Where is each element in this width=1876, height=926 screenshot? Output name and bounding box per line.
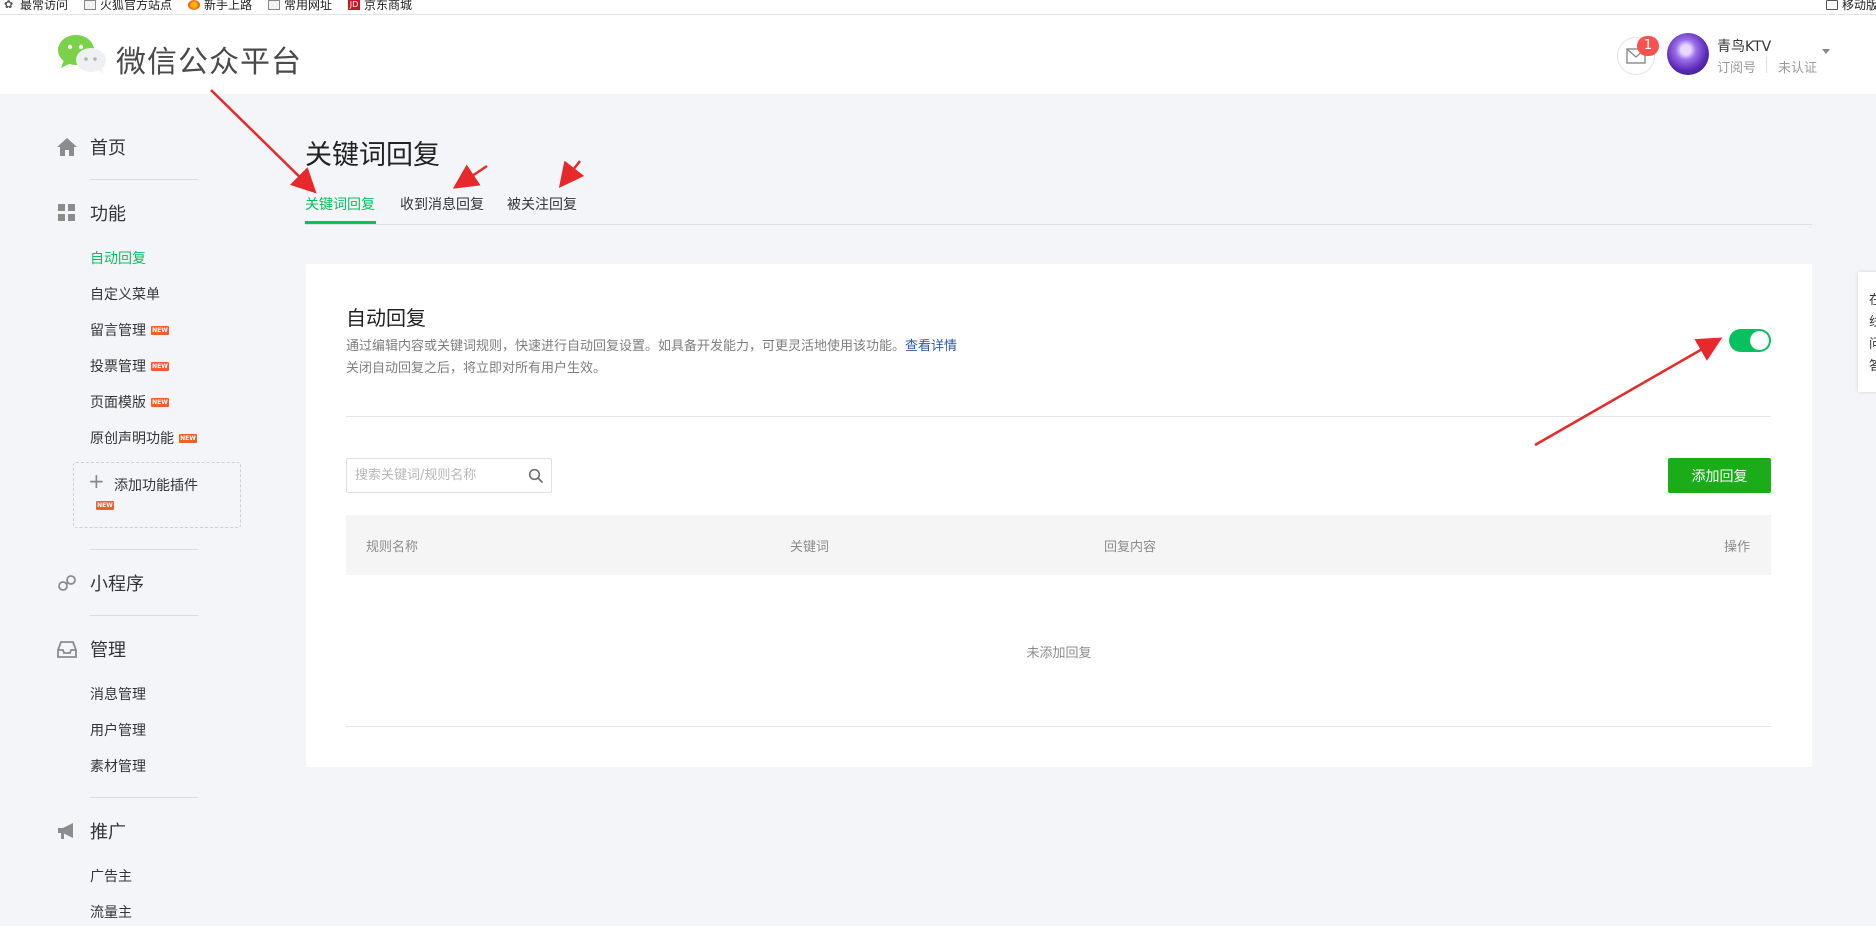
sidebar-divider [90,615,198,616]
sidebar-item-messages[interactable]: 消息管理 [90,684,146,704]
reply-tabs: 关键词回复 收到消息回复 被关注回复 [305,186,1812,225]
table-divider [346,726,1771,727]
star-icon: ✿ [4,0,14,11]
sidebar-item-original-declaration[interactable]: 原创声明功能 NEW [90,428,197,448]
chevron-down-icon[interactable] [1822,49,1830,54]
column-rule-name: 规则名称 [366,540,419,555]
sidebar-item-page-templates[interactable]: 页面模版 NEW [90,392,169,412]
page-icon [84,0,96,10]
sidebar-item-home[interactable]: 首页 [56,134,126,160]
account-divider [1766,57,1767,73]
auto-reply-card: 自动回复 通过编辑内容或关键词规则，快速进行自动回复设置。如具备开发能力，可更灵… [306,264,1812,767]
jd-icon: JD [348,0,360,10]
account-verify-status: 未认证 [1778,61,1818,76]
arrow-to-message-tab [452,164,488,189]
bookmark-jd[interactable]: JD 京东商城 [348,0,412,11]
platform-title[interactable]: 微信公众平台 [116,37,302,81]
sidebar-group-promotion[interactable]: 推广 [56,818,126,844]
notification-badge: 1 [1637,36,1659,56]
card-divider [346,416,1771,417]
auto-reply-toggle[interactable] [1729,329,1771,352]
column-keyword: 关键词 [790,540,830,555]
sidebar-group-miniprogram[interactable]: 小程序 [56,570,144,596]
active-tab-indicator [305,221,376,224]
bookmark-most-visited[interactable]: ✿ 最常访问 [4,0,68,11]
search-input[interactable] [355,465,515,485]
empty-state: 未添加回复 [1026,646,1092,661]
sidebar-item-votes[interactable]: 投票管理 NEW [90,356,169,376]
page-title: 关键词回复 [305,140,440,171]
home-icon [57,138,77,156]
card-note: 关闭自动回复之后，将立即对所有用户生效。 [346,361,607,376]
bookmark-firefox-site[interactable]: 火狐官方站点 [84,0,172,11]
new-badge: NEW [96,501,114,510]
sidebar-item-auto-reply[interactable]: 自动回复 [90,248,146,268]
tab-follow-reply[interactable]: 被关注回复 [507,194,577,214]
tab-keyword-reply[interactable]: 关键词回复 [305,194,375,214]
page-icon [268,0,280,10]
bookmarks-bar: ✿ 最常访问 火狐官方站点 新手上路 常用网址 JD 京东商城 移动版 [0,0,1876,15]
column-actions: 操作 [1724,540,1751,555]
column-reply-content: 回复内容 [1104,540,1157,555]
bookmark-getting-started[interactable]: 新手上路 [188,0,252,11]
bookmark-common-sites[interactable]: 常用网址 [268,0,332,11]
card-description: 通过编辑内容或关键词规则，快速进行自动回复设置。如具备开发能力，可更灵活地使用该… [346,339,958,354]
bookmark-mobile[interactable]: 移动版 [1826,0,1876,11]
sidebar-item-materials[interactable]: 素材管理 [90,756,146,776]
inbox-icon [57,641,77,658]
new-badge: NEW [151,361,169,371]
add-plugin-button[interactable]: + 添加功能插件 NEW [73,462,241,528]
sidebar-item-users[interactable]: 用户管理 [90,720,146,740]
new-badge: NEW [151,325,169,335]
add-reply-button[interactable]: 添加回复 [1668,458,1771,493]
new-badge: NEW [151,397,169,407]
link-icon [58,575,76,591]
sidebar-item-advertiser[interactable]: 广告主 [90,866,132,886]
tab-message-reply[interactable]: 收到消息回复 [400,194,484,214]
sidebar-item-custom-menu[interactable]: 自定义菜单 [90,284,160,304]
table-header: 规则名称 关键词 回复内容 操作 [346,515,1771,575]
arrow-to-follow-tab [558,160,585,188]
wechat-logo-icon[interactable] [56,33,108,75]
card-title: 自动回复 [346,306,426,330]
sidebar-divider [90,549,198,550]
sidebar-item-publisher[interactable]: 流量主 [90,902,132,922]
online-qa-panel[interactable]: 在 线 问 答 [1858,272,1876,392]
toggle-knob [1750,331,1769,350]
top-header: 微信公众平台 1 青鸟KTV 订阅号 未认证 [0,15,1876,94]
sidebar-item-comments[interactable]: 留言管理 NEW [90,320,169,340]
account-type: 订阅号 [1717,61,1757,76]
megaphone-icon [58,823,73,839]
account-name[interactable]: 青鸟KTV [1717,36,1771,56]
sidebar-divider [90,179,198,180]
sidebar-divider [90,797,198,798]
grid-icon [58,204,75,221]
sidebar: 首页 功能 自动回复 自定义菜单 留言管理 NEW 投票管理 NEW 页面模版 … [0,94,260,926]
sidebar-group-features[interactable]: 功能 [56,200,126,226]
phone-icon [1826,0,1838,10]
avatar[interactable] [1667,33,1709,75]
firefox-icon [188,0,200,10]
plus-icon: + [88,469,105,493]
search-box[interactable] [346,458,552,493]
search-icon[interactable] [528,468,544,484]
new-badge: NEW [179,433,197,443]
view-details-link[interactable]: 查看详情 [905,339,957,354]
sidebar-group-management[interactable]: 管理 [56,636,126,662]
